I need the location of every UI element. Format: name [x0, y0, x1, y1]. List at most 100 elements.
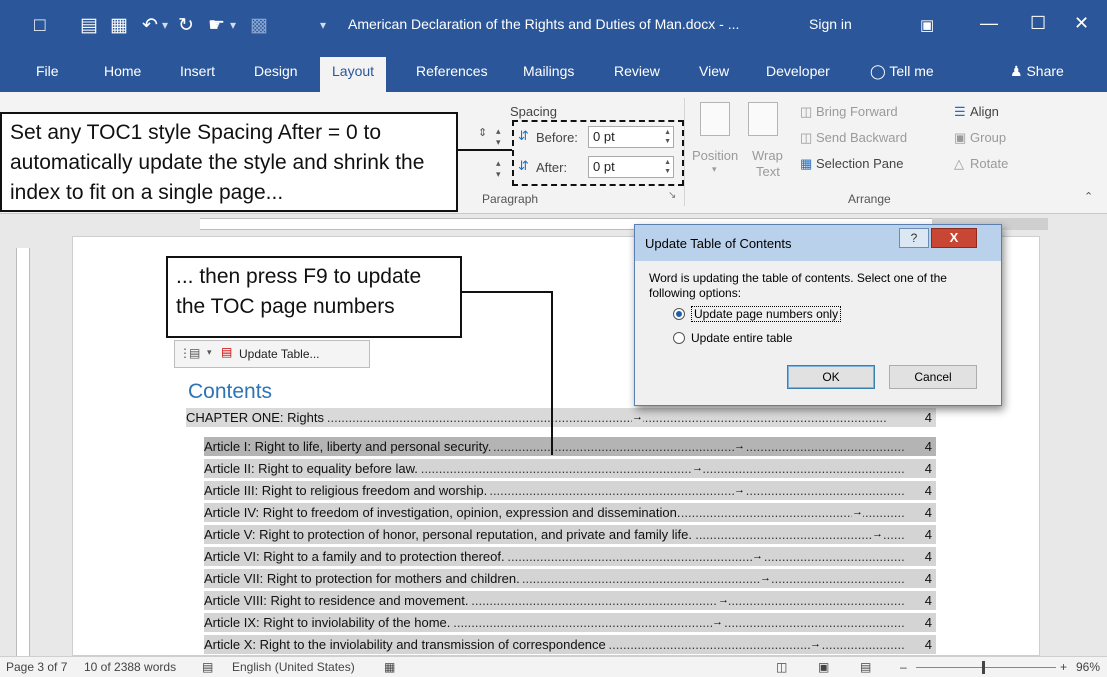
spacing-label: Spacing [510, 104, 557, 119]
wrap-text-icon[interactable] [748, 102, 778, 136]
dialog-title-bar[interactable]: Update Table of Contents ? X [635, 225, 1001, 261]
send-backward-button[interactable]: Send Backward [816, 130, 907, 145]
print-preview-icon[interactable]: ▩ [250, 16, 268, 36]
touch-mode-icon[interactable]: ☛ [208, 16, 225, 36]
paragraph-group-label: Paragraph [482, 192, 539, 206]
toc-entry-text: CHAPTER ONE: Rights [186, 410, 326, 425]
toc-entry-article[interactable]: ........................................… [204, 591, 936, 610]
toc-dropdown-icon[interactable]: ▾ [207, 347, 212, 358]
tab-layout[interactable]: Layout [320, 57, 387, 92]
selection-pane-button[interactable]: Selection Pane [816, 156, 903, 171]
web-layout-icon[interactable]: ▤ [860, 660, 871, 674]
paragraph-dialog-launcher-icon[interactable]: ↘ [668, 190, 676, 201]
send-backward-icon: ◫ [800, 130, 813, 145]
person-icon: ♟ [1010, 63, 1023, 79]
toc-entry-article[interactable]: ........................................… [204, 503, 936, 522]
word-count[interactable]: 10 of 2388 words [84, 660, 176, 674]
position-icon[interactable] [700, 102, 730, 136]
status-bar: Page 3 of 7 10 of 2388 words ▤ English (… [0, 656, 1107, 677]
toc-options-icon[interactable]: ▤ [189, 346, 200, 360]
toc-entry-article[interactable]: ........................................… [204, 569, 936, 588]
close-window-icon[interactable]: ✕ [1074, 13, 1089, 34]
toc-entry-text: Article I: Right to life, liberty and pe… [204, 439, 494, 454]
undo-icon[interactable]: ↶ [142, 16, 158, 36]
toc-entry-article[interactable]: ........................................… [204, 459, 936, 478]
toc-entry-page: 4 [922, 569, 932, 588]
new-document-icon[interactable]: □ [34, 16, 45, 36]
dialog-close-button[interactable]: X [931, 228, 977, 248]
zoom-slider-thumb[interactable] [982, 661, 985, 674]
maximize-icon[interactable]: ☐ [1030, 13, 1046, 34]
save-icon[interactable]: ▤ [80, 16, 98, 36]
tab-design[interactable]: Design [254, 63, 298, 79]
tab-arrow-icon: → [734, 481, 745, 500]
vertical-ruler[interactable] [16, 248, 30, 656]
toc-entry-article[interactable]: ........................................… [204, 525, 936, 544]
tell-me-search[interactable]: ◯ Tell me [870, 63, 934, 80]
language-indicator[interactable]: English (United States) [232, 660, 355, 674]
tab-arrow-icon: → [712, 613, 723, 632]
cancel-button[interactable]: Cancel [889, 365, 977, 389]
zoom-in-icon[interactable]: + [1060, 660, 1067, 674]
group-separator [684, 98, 685, 206]
option-update-entire-table[interactable]: Update entire table [673, 331, 792, 345]
toc-entry-chapter[interactable]: ........................................… [186, 408, 936, 427]
toc-entry-article[interactable]: ........................................… [204, 635, 936, 654]
group-button[interactable]: Group [970, 130, 1006, 145]
document-title: American Declaration of the Rights and D… [348, 16, 740, 32]
radio-unselected-icon[interactable] [673, 332, 685, 344]
toc-entry-article[interactable]: ........................................… [204, 437, 936, 456]
touch-dropdown-icon[interactable]: ▾ [230, 18, 236, 32]
undo-dropdown-icon[interactable]: ▾ [162, 18, 168, 32]
zoom-level[interactable]: 96% [1076, 660, 1100, 674]
ribbon-display-options-icon[interactable]: ▣ [920, 16, 934, 34]
tab-mailings[interactable]: Mailings [523, 63, 574, 79]
rotate-button[interactable]: Rotate [970, 156, 1008, 171]
share-button[interactable]: ♟ Share [1010, 63, 1064, 80]
tab-file[interactable]: File [36, 63, 59, 79]
option-update-page-numbers[interactable]: Update page numbers only [673, 306, 842, 322]
indent-right-spinner-arrows[interactable]: ▴ ▾ [496, 158, 501, 180]
toc-entry-article[interactable]: ........................................… [204, 547, 936, 566]
toc-entry-article[interactable]: ........................................… [204, 613, 936, 632]
toc-entry-article[interactable]: ........................................… [204, 481, 936, 500]
save-as-icon[interactable]: ▦ [110, 16, 128, 36]
align-button[interactable]: Align [970, 104, 999, 119]
toc-entry-text: Article II: Right to equality before law… [204, 461, 420, 476]
help-button[interactable]: ? [899, 228, 929, 248]
zoom-slider[interactable] [916, 667, 1056, 668]
tab-review[interactable]: Review [614, 63, 660, 79]
callout-spacing-instruction: Set any TOC1 style Spacing After = 0 to … [0, 112, 458, 212]
indent-left-spinner-arrows[interactable]: ▴ ▾ [496, 126, 501, 148]
redo-icon[interactable]: ↻ [178, 16, 194, 36]
customize-qat-icon[interactable]: ▾ [320, 18, 326, 32]
toc-entry-page: 4 [922, 459, 932, 478]
toc-entry-text: Article VIII: Right to residence and mov… [204, 593, 471, 608]
wrap-label[interactable]: Wrap [752, 148, 783, 163]
proofing-icon[interactable]: ▤ [202, 660, 213, 674]
update-table-button[interactable]: Update Table... [239, 347, 320, 361]
rotate-icon: △ [954, 156, 964, 171]
bring-forward-button[interactable]: Bring Forward [816, 104, 898, 119]
ok-button[interactable]: OK [787, 365, 875, 389]
read-mode-icon[interactable]: ◫ [776, 660, 787, 674]
zoom-out-icon[interactable]: – [900, 660, 907, 674]
radio-selected-icon[interactable] [673, 308, 685, 320]
tab-developer[interactable]: Developer [766, 63, 830, 79]
tab-view[interactable]: View [699, 63, 729, 79]
tab-insert[interactable]: Insert [180, 63, 215, 79]
spacing-before-icon: ⇕ [478, 127, 488, 139]
position-label[interactable]: Position [692, 148, 738, 163]
toc-heading: Contents [188, 380, 273, 403]
collapse-ribbon-icon[interactable]: ⌃ [1084, 190, 1093, 203]
print-layout-icon[interactable]: ▣ [818, 660, 829, 674]
option-label: Update page numbers only [691, 306, 842, 322]
tab-references[interactable]: References [416, 63, 488, 79]
minimize-icon[interactable]: — [980, 13, 998, 34]
tab-home[interactable]: Home [104, 63, 141, 79]
wrap-label-second-line[interactable]: Text [756, 164, 780, 179]
page-indicator[interactable]: Page 3 of 7 [6, 660, 67, 674]
position-dropdown-icon[interactable]: ▾ [712, 164, 717, 175]
sign-in-link[interactable]: Sign in [809, 16, 852, 32]
macro-recording-icon[interactable]: ▦ [384, 660, 395, 674]
